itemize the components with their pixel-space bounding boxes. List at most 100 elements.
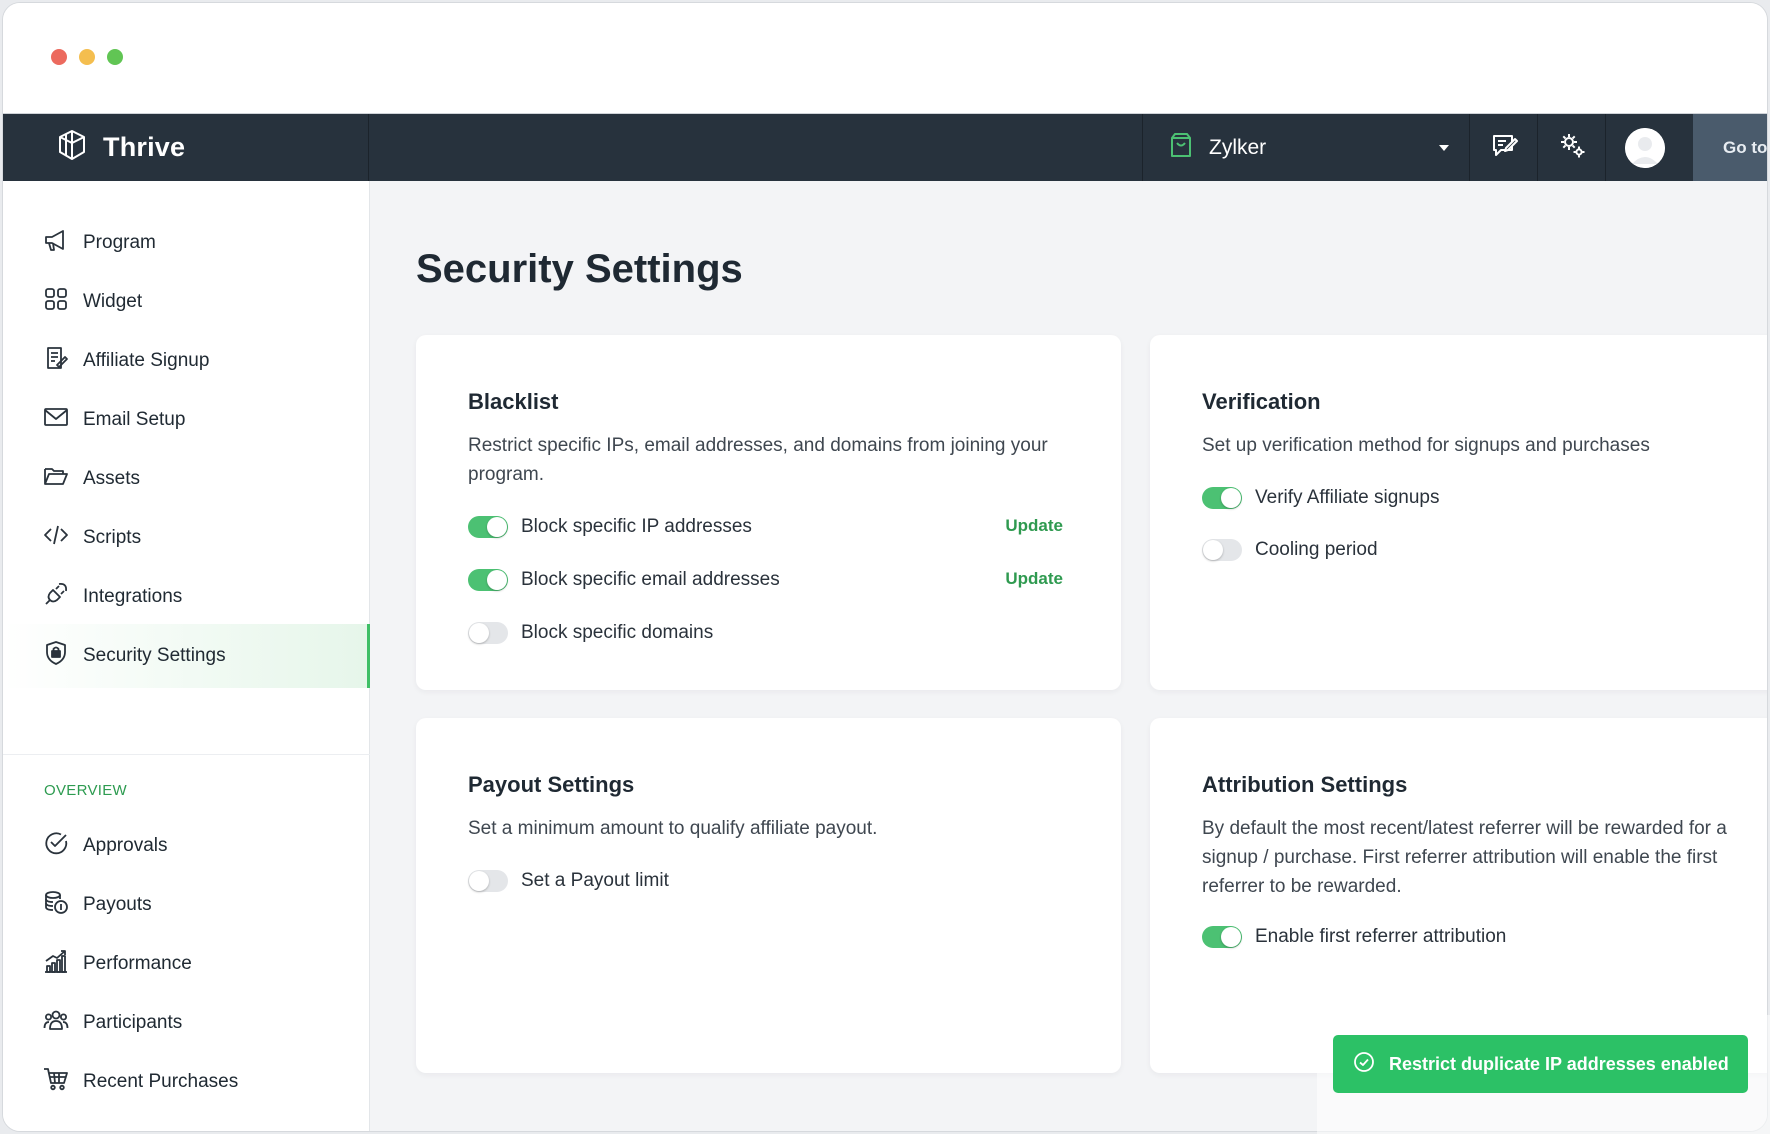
sidebar-item-label: Email Setup xyxy=(83,409,186,430)
block-ip-toggle[interactable] xyxy=(468,516,508,538)
sidebar-item-affiliate-signup[interactable]: Affiliate Signup xyxy=(3,329,370,393)
sidebar: Program Widget Affiliate Signup Email Se… xyxy=(3,181,370,1131)
app-window: Thrive Zylker Go to Program Widget Affil… xyxy=(2,2,1768,1132)
card-title: Payout Settings xyxy=(468,772,635,797)
shopping-bag-icon xyxy=(1167,131,1195,164)
brand-name: Thrive xyxy=(103,132,186,162)
verification-card: Verification Set up verification method … xyxy=(1150,335,1767,690)
window-titlebar xyxy=(3,3,1767,114)
sidebar-item-label: Payouts xyxy=(83,894,152,915)
block-domains-toggle[interactable] xyxy=(468,622,508,644)
setting-label: Cooling period xyxy=(1255,539,1378,560)
setting-label: Block specific domains xyxy=(521,622,714,643)
setting-label: Block specific email addresses xyxy=(521,569,780,590)
sidebar-item-performance[interactable]: Performance xyxy=(3,932,370,996)
organization-name: Zylker xyxy=(1209,135,1267,159)
plug-icon xyxy=(43,581,83,613)
setting-row: Verify Affiliate signups xyxy=(1202,483,1439,513)
update-email-link[interactable]: Update xyxy=(1005,569,1063,589)
verify-signups-toggle[interactable] xyxy=(1202,487,1242,509)
block-email-toggle[interactable] xyxy=(468,569,508,591)
check-circle-icon xyxy=(43,830,83,862)
grid-icon xyxy=(43,286,83,318)
sidebar-item-label: Program xyxy=(83,232,156,253)
sidebar-item-label: Participants xyxy=(83,1012,183,1033)
setting-row: Block specific email addresses xyxy=(468,565,780,595)
card-title: Attribution Settings xyxy=(1202,772,1408,797)
card-title: Verification xyxy=(1202,389,1321,414)
card-description: By default the most recent/latest referr… xyxy=(1202,818,1727,897)
thrive-logo-icon xyxy=(55,128,89,167)
sidebar-item-payouts[interactable]: Payouts xyxy=(3,873,370,937)
blacklist-card: Blacklist Restrict specific IPs, email a… xyxy=(416,335,1121,690)
sidebar-item-label: Recent Purchases xyxy=(83,1071,239,1092)
toast-message: Restrict duplicate IP addresses enabled xyxy=(1389,1053,1729,1074)
setting-label: Enable first referrer attribution xyxy=(1255,926,1507,947)
sidebar-item-label: Security Settings xyxy=(83,645,226,666)
card-title: Blacklist xyxy=(468,389,559,414)
sidebar-item-participants[interactable]: Participants xyxy=(3,991,370,1055)
first-referrer-toggle[interactable] xyxy=(1202,926,1242,948)
cart-icon xyxy=(43,1066,83,1098)
setting-row: Block specific IP addresses xyxy=(468,512,752,542)
window-close-button[interactable] xyxy=(51,49,67,65)
caret-down-icon xyxy=(1439,145,1449,151)
shield-lock-icon xyxy=(43,640,83,672)
settings-button[interactable] xyxy=(1539,114,1606,181)
gears-icon xyxy=(1558,131,1586,164)
payout-limit-toggle[interactable] xyxy=(468,870,508,892)
sidebar-item-approvals[interactable]: Approvals xyxy=(3,814,370,878)
sidebar-section-heading: OVERVIEW xyxy=(44,782,127,799)
window-minimize-button[interactable] xyxy=(79,49,95,65)
success-toast[interactable]: Restrict duplicate IP addresses enabled xyxy=(1333,1035,1748,1093)
mail-icon xyxy=(43,404,83,436)
card-description: Set a minimum amount to qualify affiliat… xyxy=(468,818,878,839)
people-icon xyxy=(43,1007,83,1039)
setting-row: Block specific domains xyxy=(468,618,713,648)
sidebar-item-label: Integrations xyxy=(83,586,183,607)
setting-label: Verify Affiliate signups xyxy=(1255,487,1440,508)
sidebar-item-label: Widget xyxy=(83,291,143,312)
check-circle-icon xyxy=(1353,1051,1389,1078)
setting-row: Set a Payout limit xyxy=(468,866,669,896)
setting-row: Enable first referrer attribution xyxy=(1202,922,1506,952)
main-content: Security Settings Blacklist Restrict spe… xyxy=(370,181,1767,1131)
sidebar-item-integrations[interactable]: Integrations xyxy=(3,565,370,629)
update-ip-link[interactable]: Update xyxy=(1005,516,1063,536)
chat-edit-icon xyxy=(1490,131,1518,164)
sidebar-item-label: Approvals xyxy=(83,835,168,856)
form-icon xyxy=(43,345,83,377)
sidebar-item-label: Scripts xyxy=(83,527,142,548)
top-navigation-bar: Thrive Zylker Go to xyxy=(3,114,1767,181)
user-avatar[interactable] xyxy=(1625,128,1665,168)
card-description: Restrict specific IPs, email addresses, … xyxy=(468,435,1048,485)
sidebar-item-recent-purchases[interactable]: Recent Purchases xyxy=(3,1050,370,1114)
code-icon xyxy=(43,522,83,554)
organization-switcher[interactable]: Zylker xyxy=(1142,114,1470,181)
page-title: Security Settings xyxy=(416,247,743,291)
sidebar-item-widget[interactable]: Widget xyxy=(3,270,370,334)
sidebar-item-scripts[interactable]: Scripts xyxy=(3,506,370,570)
sidebar-divider xyxy=(3,754,370,755)
card-description: Set up verification method for signups a… xyxy=(1202,435,1650,456)
payout-settings-card: Payout Settings Set a minimum amount to … xyxy=(416,718,1121,1073)
setting-label: Set a Payout limit xyxy=(521,870,669,891)
coins-icon xyxy=(43,889,83,921)
sidebar-item-label: Affiliate Signup xyxy=(83,350,210,371)
sidebar-item-label: Performance xyxy=(83,953,192,974)
folder-icon xyxy=(43,463,83,495)
sidebar-item-label: Assets xyxy=(83,468,141,489)
brand[interactable]: Thrive xyxy=(3,114,369,181)
feedback-button[interactable] xyxy=(1471,114,1538,181)
sidebar-item-security-settings[interactable]: Security Settings xyxy=(3,624,370,688)
setting-row: Cooling period xyxy=(1202,535,1378,565)
window-maximize-button[interactable] xyxy=(107,49,123,65)
chart-icon xyxy=(43,948,83,980)
setting-label: Block specific IP addresses xyxy=(521,516,752,537)
go-to-button[interactable]: Go to xyxy=(1693,114,1767,181)
sidebar-item-assets[interactable]: Assets xyxy=(3,447,370,511)
megaphone-icon xyxy=(43,227,83,259)
sidebar-item-program[interactable]: Program xyxy=(3,211,370,275)
sidebar-item-email-setup[interactable]: Email Setup xyxy=(3,388,370,452)
cooling-period-toggle[interactable] xyxy=(1202,539,1242,561)
